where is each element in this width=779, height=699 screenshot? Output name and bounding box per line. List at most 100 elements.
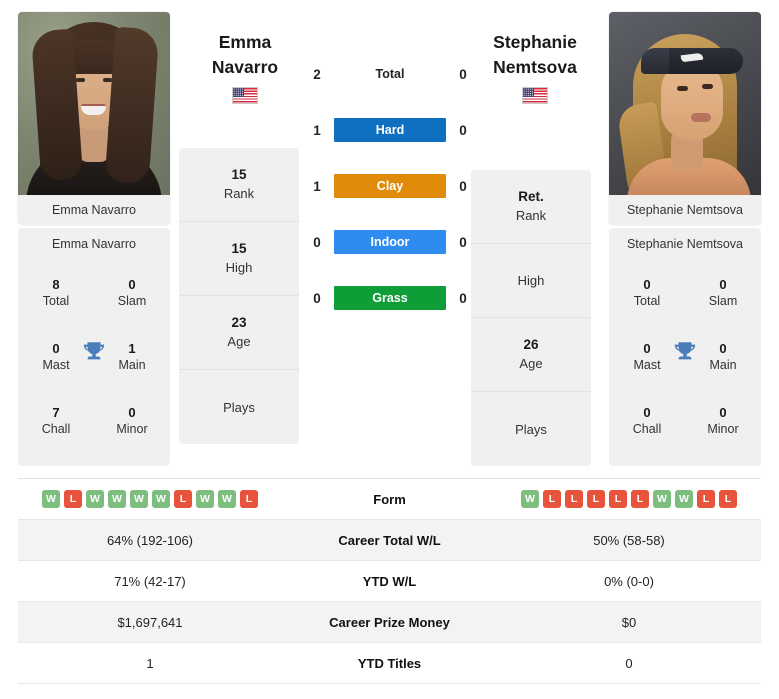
titles-chall-label: Chall xyxy=(632,422,662,436)
titles-card-right: Stephanie Nemtsova 0 Total 0 Slam 0 Mast… xyxy=(609,228,761,466)
titles-row-3: 0 Chall 0 Minor xyxy=(609,389,761,453)
titles-minor-value: 0 xyxy=(719,405,727,420)
titles-slam-value: 0 xyxy=(719,277,727,292)
form-badge-win[interactable]: W xyxy=(42,490,60,508)
rank-cell-rank: Ret. Rank xyxy=(471,170,591,244)
form-badge-loss[interactable]: L xyxy=(565,490,583,508)
ytd-wl-right: 0% (0-0) xyxy=(604,573,654,589)
titles-cell-chall: 7 Chall xyxy=(18,404,94,438)
form-badge-loss[interactable]: L xyxy=(543,490,561,508)
high-value: 15 xyxy=(231,241,247,256)
form-left: WLWWWWLWWL xyxy=(18,490,282,508)
flag-stars xyxy=(233,88,244,97)
rank-card-left: 15 Rank 15 High 23 Age Plays xyxy=(179,148,299,444)
player-photo-caption-right: Stephanie Nemtsova xyxy=(609,195,761,225)
h2h-surface-label-total: Total xyxy=(375,67,405,81)
player-name-line-2[interactable]: Nemtsova xyxy=(460,55,610,80)
h2h-surface-label-clay[interactable]: Clay xyxy=(334,174,446,198)
player-photo-left xyxy=(18,12,170,195)
h2h-left-value: 0 xyxy=(313,234,321,250)
rank-value: Ret. xyxy=(518,189,544,204)
h2h-surface-label-indoor[interactable]: Indoor xyxy=(334,230,446,254)
rank-label: Rank xyxy=(223,186,255,201)
form-badge-list-right: WLLLLLWWLL xyxy=(497,490,761,508)
form-badge-loss[interactable]: L xyxy=(174,490,192,508)
titles-cell-total: 0 Total xyxy=(609,276,685,310)
table-row-career-prize-money: $1,697,641 Career Prize Money $0 xyxy=(18,602,761,643)
titles-slam-value: 0 xyxy=(128,277,136,292)
form-badge-win[interactable]: W xyxy=(196,490,214,508)
trophy-icon xyxy=(674,342,696,360)
h2h-right-value: 0 xyxy=(459,66,467,82)
photo-visor-brim xyxy=(669,48,743,74)
form-badge-win[interactable]: W xyxy=(521,490,539,508)
rank-cell-plays: Plays xyxy=(179,370,299,444)
stat-label-form: Form xyxy=(373,491,406,507)
titles-total-value: 8 xyxy=(52,277,60,292)
titles-grid: 8 Total 0 Slam 0 Mast 1 Main 7 Chall 0 M… xyxy=(18,261,170,453)
table-row-form: WLWWWWLWWL Form WLLLLLWWLL xyxy=(18,479,761,520)
form-badge-loss[interactable]: L xyxy=(240,490,258,508)
titles-grid: 0 Total 0 Slam 0 Mast 0 Main 0 Chall 0 M… xyxy=(609,261,761,453)
form-badge-loss[interactable]: L xyxy=(609,490,627,508)
form-badge-loss[interactable]: L xyxy=(719,490,737,508)
player-photo-right xyxy=(609,12,761,195)
titles-minor-label: Minor xyxy=(116,422,148,436)
age-value: 23 xyxy=(231,315,247,330)
titles-row-1: 0 Total 0 Slam xyxy=(609,261,761,325)
form-badge-win[interactable]: W xyxy=(675,490,693,508)
rank-value: 15 xyxy=(231,167,247,182)
form-badge-win[interactable]: W xyxy=(218,490,236,508)
player-photo-caption-left: Emma Navarro xyxy=(18,195,170,225)
titles-total-value: 0 xyxy=(643,277,651,292)
titles-cell-slam: 0 Slam xyxy=(685,276,761,310)
form-badge-win[interactable]: W xyxy=(108,490,126,508)
form-badge-win[interactable]: W xyxy=(130,490,148,508)
player-name-block-left: Emma Navarro xyxy=(170,30,320,104)
titles-chall-value: 7 xyxy=(52,405,60,420)
titles-card-left: Emma Navarro 8 Total 0 Slam 0 Mast 1 Mai… xyxy=(18,228,170,466)
titles-total-label: Total xyxy=(633,294,661,308)
stats-table: WLWWWWLWWL Form WLLLLLWWLL 64% (192-106)… xyxy=(18,478,761,684)
h2h-left-value: 0 xyxy=(313,290,321,306)
form-badge-loss[interactable]: L xyxy=(697,490,715,508)
player-name-line-1[interactable]: Stephanie xyxy=(460,30,610,55)
player-photo-card-right[interactable]: Stephanie Nemtsova xyxy=(609,12,761,225)
form-badge-win[interactable]: W xyxy=(653,490,671,508)
h2h-row-indoor: 0 Indoor 0 xyxy=(300,228,480,256)
form-badge-win[interactable]: W xyxy=(86,490,104,508)
h2h-row-total: 2 Total 0 xyxy=(300,60,480,88)
comparison-header: Emma Navarro Stephanie Nemtsova Emma Nav… xyxy=(0,0,779,470)
titles-cell-total: 8 Total xyxy=(18,276,94,310)
age-label: Age xyxy=(519,356,543,371)
plays-label: Plays xyxy=(223,399,255,415)
form-right: WLLLLLWWLL xyxy=(497,490,761,508)
high-label: High xyxy=(225,260,253,275)
rank-cell-rank: 15 Rank xyxy=(179,148,299,222)
player-name-line-2[interactable]: Navarro xyxy=(170,55,320,80)
rank-cell-age: 23 Age xyxy=(179,296,299,370)
titles-card-name: Stephanie Nemtsova xyxy=(626,237,744,251)
player-photo-card-left[interactable]: Emma Navarro xyxy=(18,12,170,225)
form-badge-loss[interactable]: L xyxy=(64,490,82,508)
h2h-left-value: 1 xyxy=(313,178,321,194)
titles-chall-value: 0 xyxy=(643,405,651,420)
form-badge-loss[interactable]: L xyxy=(587,490,605,508)
titles-slam-label: Slam xyxy=(117,294,147,308)
h2h-row-clay: 1 Clay 0 xyxy=(300,172,480,200)
titles-chall-label: Chall xyxy=(41,422,71,436)
h2h-surface-label-hard[interactable]: Hard xyxy=(334,118,446,142)
player-name-line-1[interactable]: Emma xyxy=(170,30,320,55)
photo-eye-right xyxy=(103,78,112,82)
form-badge-loss[interactable]: L xyxy=(631,490,649,508)
titles-cell-chall: 0 Chall xyxy=(609,404,685,438)
career-prize-money-right: $0 xyxy=(621,614,637,630)
us-flag-icon xyxy=(522,87,548,104)
h2h-surface-label-grass[interactable]: Grass xyxy=(334,286,446,310)
titles-cell-slam: 0 Slam xyxy=(94,276,170,310)
us-flag-icon xyxy=(232,87,258,104)
ytd-titles-right: 0 xyxy=(625,655,633,671)
rank-cell-plays: Plays xyxy=(471,392,591,466)
form-badge-win[interactable]: W xyxy=(152,490,170,508)
rank-cell-high: High xyxy=(471,244,591,318)
